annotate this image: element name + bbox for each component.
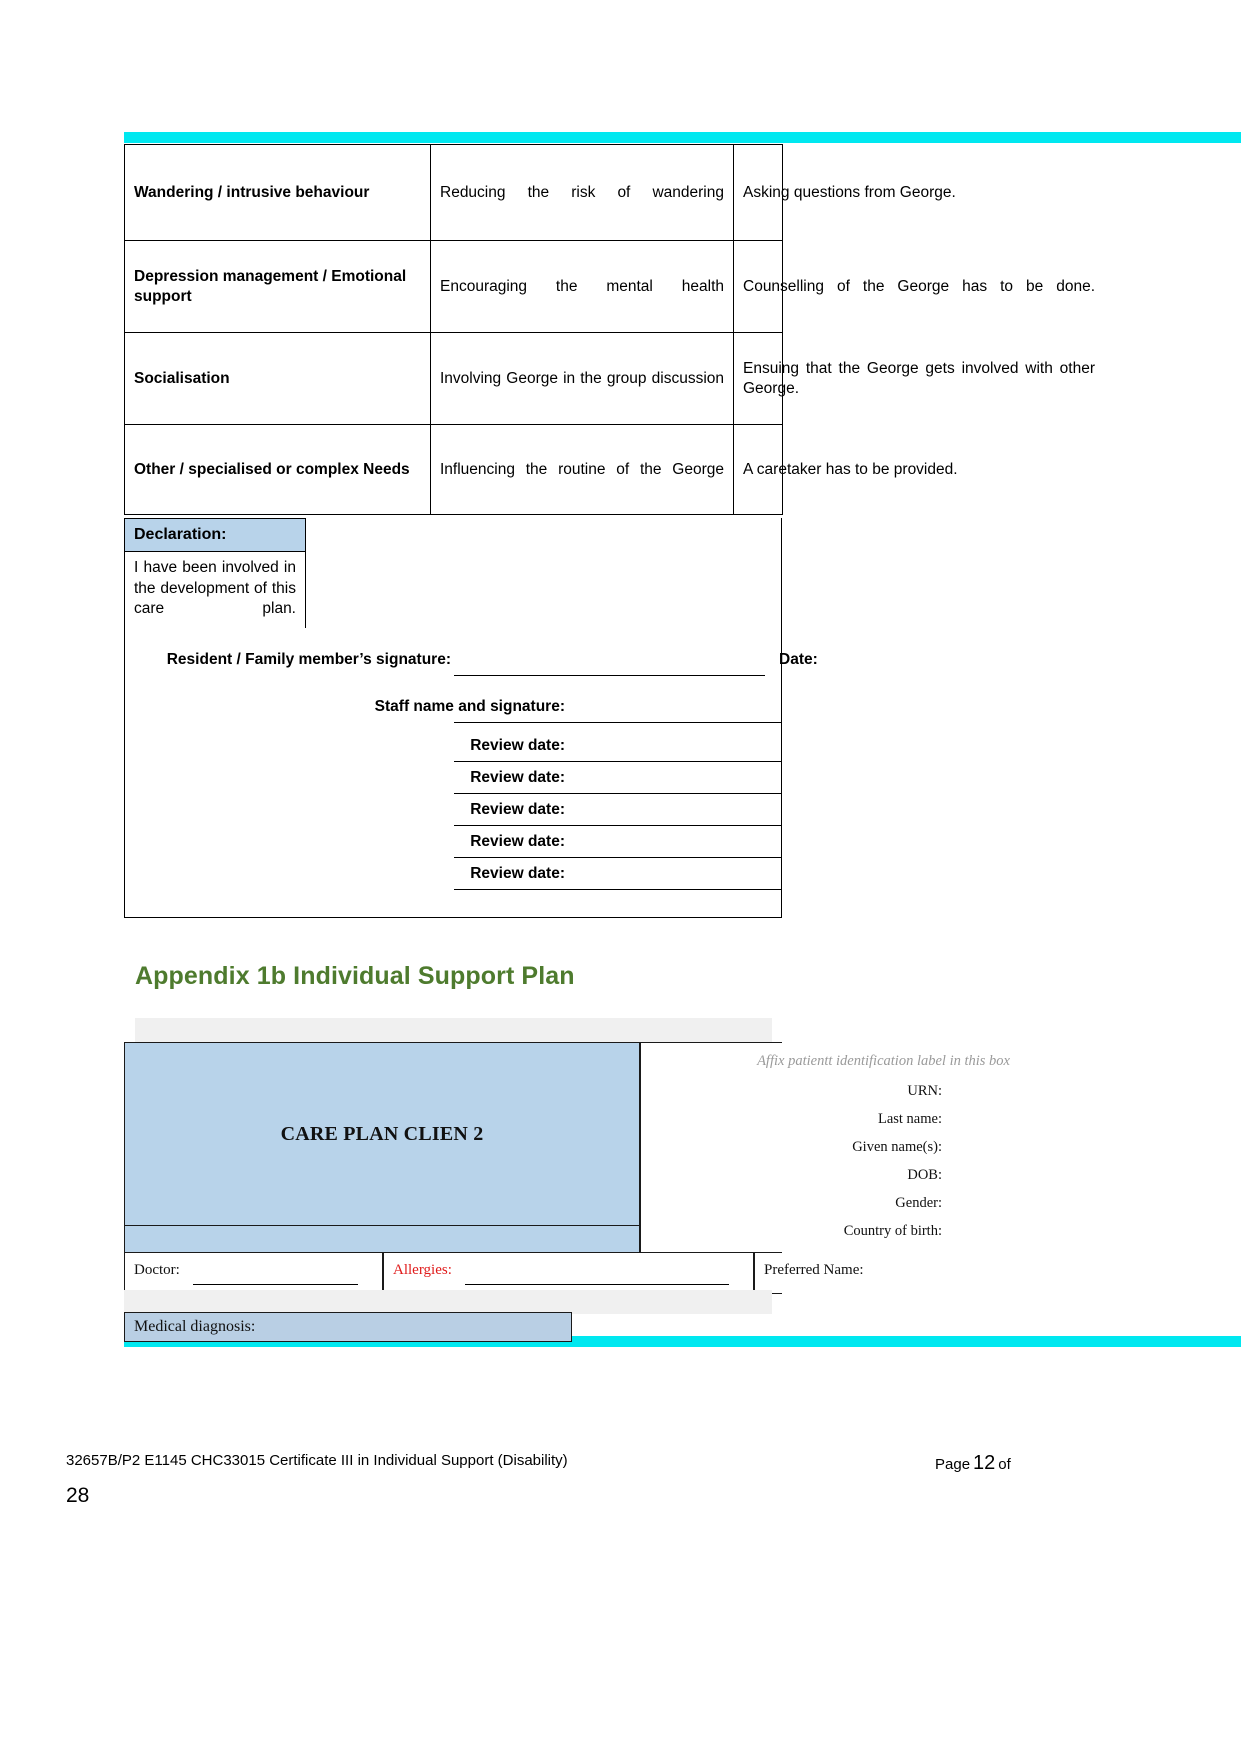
care-plan-title: CARE PLAN CLIEN 2 [280, 1122, 484, 1145]
grey-divider-band-mid [124, 1290, 772, 1314]
staff-signature-line[interactable] [454, 722, 782, 723]
action-cell: Counselling of the George has to be done… [733, 240, 1095, 333]
action-cell: Asking questions from George. [733, 144, 956, 241]
care-plan-subcell [124, 1226, 640, 1253]
doctor-cell: Doctor: [124, 1252, 383, 1294]
patient-field-gender: Gender: [895, 1195, 942, 1211]
table-row: Wandering / intrusive behaviour Reducing… [124, 144, 956, 241]
staff-signature-label: Staff name and signature: [374, 698, 565, 715]
declaration-box: Declaration: I have been involved in the… [125, 518, 306, 628]
affix-label-note: Affix patientt identification label in t… [757, 1053, 1010, 1069]
goal-cell: Encouraging the mental health [430, 240, 734, 333]
action-text: A caretaker has to be provided. [743, 460, 958, 478]
need-cell: Socialisation [124, 332, 431, 425]
resident-signature-row: Resident / Family member’s signature: Da… [125, 647, 818, 679]
resident-signature-label: Resident / Family member’s signature: [166, 651, 451, 668]
footer-course-code: 32657B/P2 E1145 CHC33015 Certificate III… [66, 1452, 568, 1469]
review-date-label: Review date: [470, 833, 565, 850]
footer-page-number: 12 [973, 1452, 996, 1474]
review-date-row-3: Review date: [125, 797, 782, 829]
allergies-cell: Allergies: [383, 1252, 754, 1294]
review-date-line[interactable] [454, 793, 782, 794]
table-row: Socialisation Involving George in the gr… [124, 332, 1095, 425]
grey-divider-band-top [135, 1018, 772, 1042]
need-cell: Other / specialised or complex Needs [124, 424, 431, 515]
footer-of-word: of [998, 1456, 1011, 1473]
declaration-body: I have been involved in the development … [125, 552, 306, 628]
goal-cell: Involving George in the group discussion [430, 332, 734, 425]
resident-signature-line[interactable] [454, 675, 765, 676]
review-date-label: Review date: [470, 769, 565, 786]
need-cell: Depression management / Emotional suppor… [124, 240, 431, 333]
allergies-label: Allergies: [393, 1262, 452, 1278]
footer-pagination: Page 12 of [935, 1452, 1011, 1475]
footer-page-word: Page [935, 1456, 971, 1473]
review-date-row-2: Review date: [125, 765, 782, 797]
patient-field-country-of-birth: Country of birth: [843, 1223, 942, 1239]
review-date-line[interactable] [454, 857, 782, 858]
table-row: Depression management / Emotional suppor… [124, 240, 1095, 333]
table-row: Other / specialised or complex Needs Inf… [124, 424, 958, 515]
goal-cell: Reducing the risk of wandering [430, 144, 734, 241]
action-text: Ensuing that the George gets involved wi… [743, 359, 1095, 397]
date-label: Date: [779, 651, 818, 668]
action-cell: Ensuing that the George gets involved wi… [733, 332, 1095, 425]
review-date-row-5: Review date: [125, 861, 782, 893]
review-date-line[interactable] [454, 889, 782, 890]
review-date-line[interactable] [454, 825, 782, 826]
preferred-name-label: Preferred Name: [764, 1262, 864, 1278]
review-date-row-4: Review date: [125, 829, 782, 861]
action-cell: A caretaker has to be provided. [733, 424, 958, 515]
page-title: Appendix 1b Individual Support Plan [135, 962, 575, 990]
allergies-input-line[interactable] [465, 1284, 729, 1285]
review-date-label: Review date: [470, 801, 565, 818]
medical-diagnosis-bar: Medical diagnosis: [124, 1312, 572, 1342]
review-date-label: Review date: [470, 865, 565, 882]
staff-signature-row: Staff name and signature: [125, 694, 782, 726]
top-accent-band [124, 132, 1241, 143]
review-date-row-1: Review date: [125, 733, 782, 765]
patient-field-given-names: Given name(s): [852, 1139, 942, 1155]
review-date-line[interactable] [454, 761, 782, 762]
footer-page-continuation: 28 [66, 1484, 90, 1507]
declaration-signature-block: Declaration: I have been involved in the… [124, 518, 818, 918]
care-needs-table: Wandering / intrusive behaviour Reducing… [124, 144, 1095, 515]
patient-field-last-name: Last name: [877, 1111, 942, 1127]
patient-identification-cell: Affix patientt identification label in t… [640, 1042, 1010, 1253]
medical-diagnosis-label: Medical diagnosis: [134, 1318, 256, 1335]
review-date-label: Review date: [470, 737, 565, 754]
patient-field-dob: DOB: [907, 1167, 942, 1183]
doctor-input-line[interactable] [193, 1284, 358, 1285]
care-plan-title-cell: CARE PLAN CLIEN 2 [124, 1042, 640, 1226]
action-text: Asking questions from George. [743, 183, 956, 201]
declaration-title: Declaration: [125, 518, 306, 552]
action-text: Counselling of the George has to be done… [743, 277, 1095, 295]
preferred-name-cell: Preferred Name: [754, 1252, 864, 1294]
doctor-allergies-row: Doctor: Allergies: Preferred Name: [124, 1252, 864, 1294]
patient-field-urn: URN: [907, 1083, 942, 1099]
doctor-label: Doctor: [134, 1262, 180, 1278]
goal-cell: Influencing the routine of the George [430, 424, 734, 515]
need-cell: Wandering / intrusive behaviour [124, 144, 431, 241]
